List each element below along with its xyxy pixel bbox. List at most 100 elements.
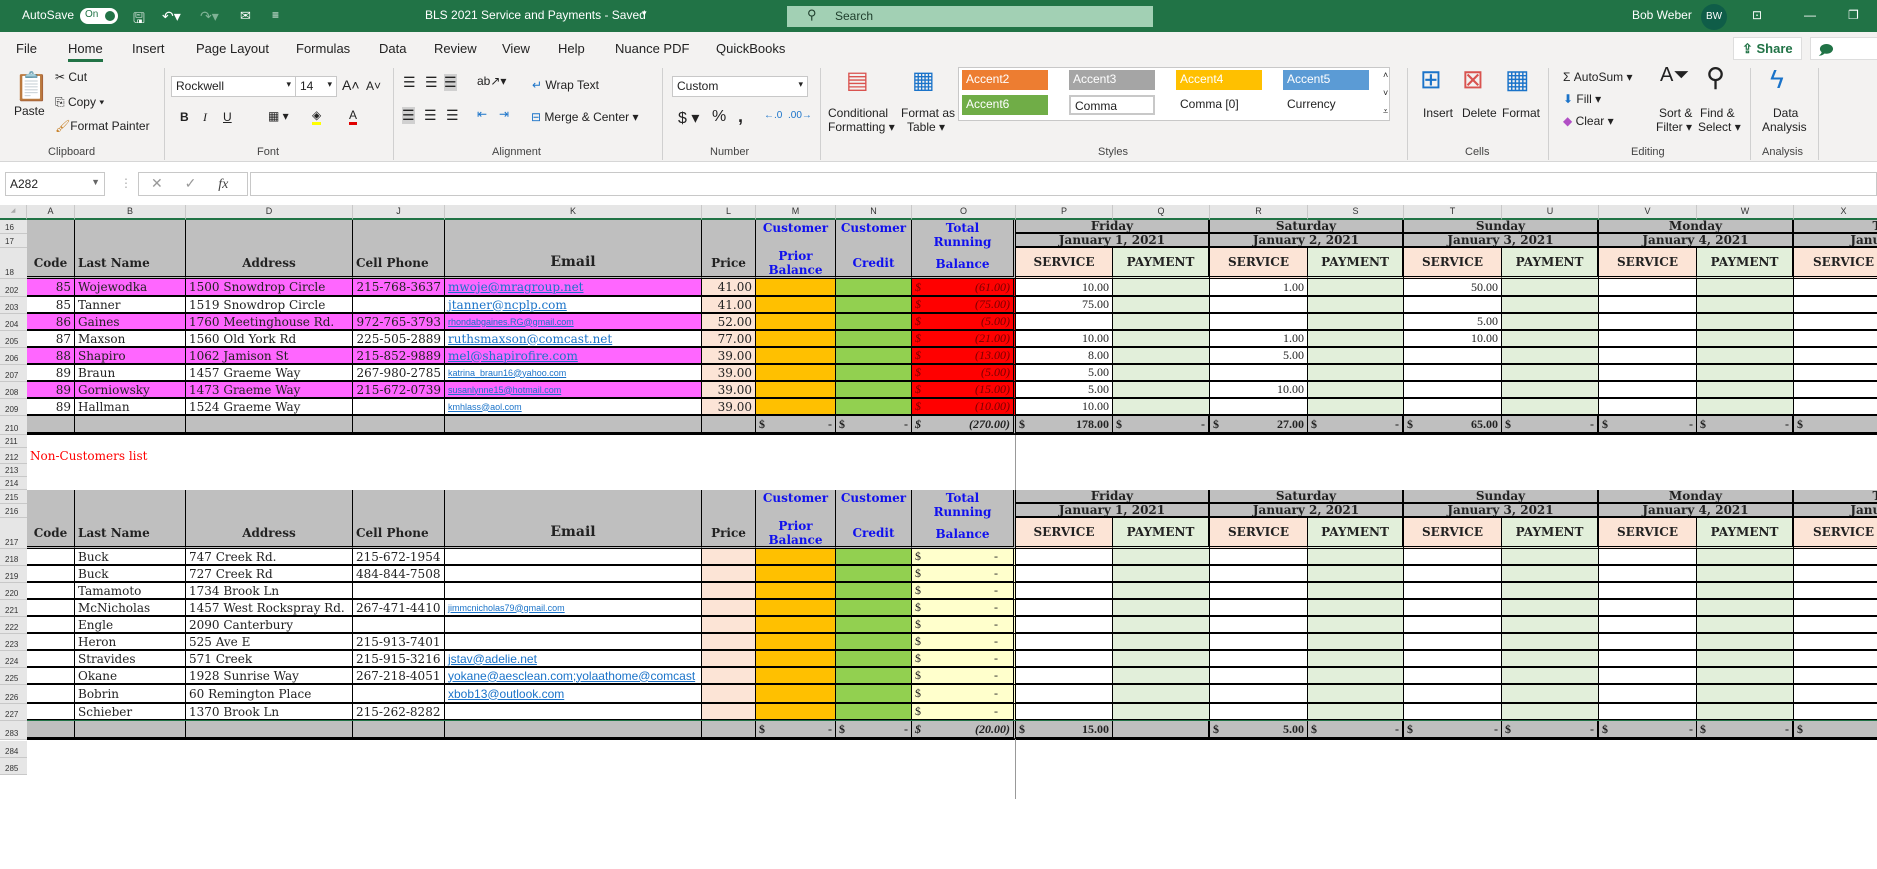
- service-cell[interactable]: 1.00: [1210, 331, 1308, 348]
- service-cell[interactable]: [1404, 583, 1502, 600]
- service-cell[interactable]: [1016, 600, 1113, 617]
- service-cell[interactable]: [1016, 566, 1113, 583]
- service-cell[interactable]: [1404, 704, 1502, 721]
- decrease-indent-icon[interactable]: ⇤: [477, 107, 487, 121]
- payment-cell[interactable]: [1113, 549, 1210, 566]
- row-header-17[interactable]: 17: [0, 234, 27, 248]
- email-link[interactable]: yokane@aesclean.com;yolaathome@comcast: [448, 669, 695, 683]
- payment-cell[interactable]: [1502, 549, 1599, 566]
- running-balance-cell[interactable]: $ -: [912, 668, 1016, 685]
- cut-button[interactable]: ✂ Cut: [55, 70, 87, 84]
- service-cell[interactable]: [1404, 382, 1502, 399]
- price-cell[interactable]: 52.00: [702, 314, 756, 331]
- row-header-215[interactable]: 215: [0, 490, 27, 504]
- service-cell[interactable]: [1599, 399, 1697, 416]
- price-cell[interactable]: 77.00: [702, 331, 756, 348]
- service-cell[interactable]: [1404, 365, 1502, 382]
- row-header-207[interactable]: 207: [0, 365, 27, 382]
- credit-cell[interactable]: [836, 685, 912, 704]
- service-cell[interactable]: 10.00: [1016, 331, 1113, 348]
- tab-help[interactable]: Help: [558, 41, 585, 56]
- payment-cell[interactable]: [1697, 314, 1794, 331]
- price-cell[interactable]: [702, 634, 756, 651]
- phone-cell[interactable]: 267-218-4051: [353, 668, 445, 685]
- address-cell[interactable]: 1734 Brook Ln: [186, 583, 353, 600]
- payment-cell[interactable]: [1308, 668, 1404, 685]
- phone-cell[interactable]: 215-768-3637: [353, 279, 445, 297]
- service-cell[interactable]: [1794, 583, 1877, 600]
- formula-input[interactable]: [250, 172, 1877, 196]
- email-cell[interactable]: [445, 704, 702, 721]
- last-name-cell[interactable]: Wojewodka: [75, 279, 186, 297]
- payment-cell[interactable]: [1113, 704, 1210, 721]
- service-cell[interactable]: [1794, 634, 1877, 651]
- select-all-corner[interactable]: ◢: [0, 205, 27, 220]
- avatar[interactable]: BW: [1701, 4, 1727, 30]
- row-header-224[interactable]: 224: [0, 651, 27, 668]
- bold-button[interactable]: B: [180, 110, 189, 124]
- email-cell[interactable]: kmhlass@aol.com: [445, 399, 702, 416]
- running-balance-cell[interactable]: $ -: [912, 549, 1016, 566]
- service-cell[interactable]: [1016, 634, 1113, 651]
- service-cell[interactable]: [1794, 668, 1877, 685]
- code-cell[interactable]: 89: [27, 399, 75, 416]
- email-link[interactable]: jimmcnicholas79@gmail.com: [448, 603, 565, 613]
- row-header-205[interactable]: 205: [0, 331, 27, 348]
- service-cell[interactable]: [1210, 365, 1308, 382]
- credit-cell[interactable]: [836, 314, 912, 331]
- row-header-18[interactable]: 18: [0, 248, 27, 279]
- form-icon[interactable]: ✉: [240, 8, 251, 24]
- address-cell[interactable]: 1760 Meetinghouse Rd.: [186, 314, 353, 331]
- email-cell[interactable]: rhondabgaines.RG@gmail.com: [445, 314, 702, 331]
- row-header-209[interactable]: 209: [0, 399, 27, 416]
- column-header-b[interactable]: B: [75, 205, 186, 220]
- service-cell[interactable]: [1599, 348, 1697, 365]
- payment-cell[interactable]: [1502, 704, 1599, 721]
- service-cell[interactable]: [1599, 382, 1697, 399]
- tab-page-layout[interactable]: Page Layout: [196, 41, 269, 56]
- merge-center-button[interactable]: ⊟ Merge & Center ▾: [531, 110, 638, 124]
- address-cell[interactable]: 747 Creek Rd.: [186, 549, 353, 566]
- service-cell[interactable]: [1794, 651, 1877, 668]
- address-cell[interactable]: 1524 Graeme Way: [186, 399, 353, 416]
- row-header-204[interactable]: 204: [0, 314, 27, 331]
- credit-cell[interactable]: [836, 704, 912, 721]
- email-cell[interactable]: [445, 583, 702, 600]
- service-cell[interactable]: [1794, 600, 1877, 617]
- email-link[interactable]: mwoje@mragroup.net: [448, 280, 584, 294]
- column-header-r[interactable]: R: [1210, 205, 1308, 220]
- column-header-v[interactable]: V: [1599, 205, 1697, 220]
- row-header-218[interactable]: 218: [0, 549, 27, 566]
- service-cell[interactable]: [1404, 668, 1502, 685]
- code-cell[interactable]: [27, 685, 75, 704]
- phone-cell[interactable]: [353, 685, 445, 704]
- service-cell[interactable]: [1210, 583, 1308, 600]
- prior-balance-cell[interactable]: [756, 331, 836, 348]
- prior-balance-cell[interactable]: [756, 314, 836, 331]
- row-header-206[interactable]: 206: [0, 348, 27, 365]
- credit-cell[interactable]: [836, 600, 912, 617]
- payment-cell[interactable]: [1502, 314, 1599, 331]
- payment-cell[interactable]: [1502, 668, 1599, 685]
- row-header-217[interactable]: 217: [0, 518, 27, 549]
- last-name-cell[interactable]: Maxson: [75, 331, 186, 348]
- service-cell[interactable]: [1016, 549, 1113, 566]
- prior-balance-cell[interactable]: [756, 549, 836, 566]
- service-cell[interactable]: [1210, 566, 1308, 583]
- payment-cell[interactable]: [1113, 314, 1210, 331]
- code-cell[interactable]: [27, 651, 75, 668]
- payment-cell[interactable]: [1308, 348, 1404, 365]
- payment-cell[interactable]: [1502, 600, 1599, 617]
- user-name[interactable]: Bob Weber: [1632, 8, 1692, 22]
- number-format-select[interactable]: Custom ▾: [672, 76, 808, 97]
- last-name-cell[interactable]: Schieber: [75, 704, 186, 721]
- service-cell[interactable]: [1599, 600, 1697, 617]
- service-cell[interactable]: [1404, 549, 1502, 566]
- payment-cell[interactable]: [1697, 297, 1794, 314]
- row-header-219[interactable]: 219: [0, 566, 27, 583]
- service-cell[interactable]: [1794, 399, 1877, 416]
- gallery-up-icon[interactable]: ˄: [1383, 70, 1388, 80]
- last-name-cell[interactable]: McNicholas: [75, 600, 186, 617]
- service-cell[interactable]: [1210, 399, 1308, 416]
- payment-cell[interactable]: [1113, 600, 1210, 617]
